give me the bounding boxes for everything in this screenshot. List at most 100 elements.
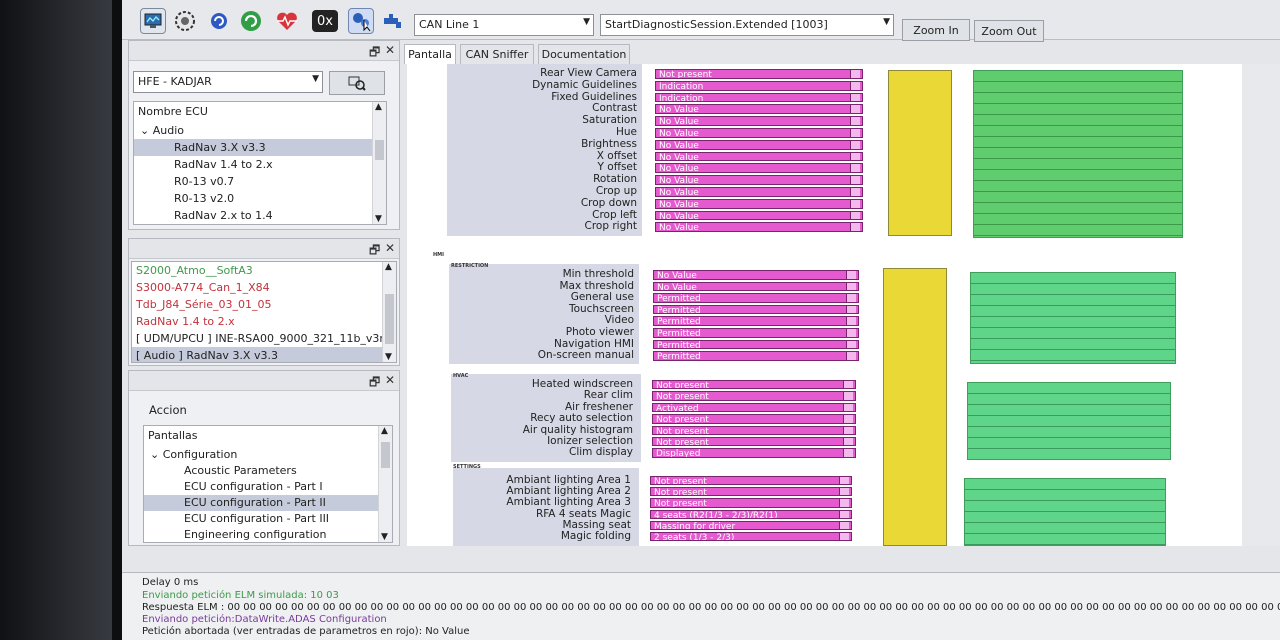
dropdown-arrow-icon[interactable]: [843, 381, 853, 389]
scroll-thumb[interactable]: [375, 140, 384, 160]
dropdown-arrow-icon[interactable]: [846, 340, 856, 349]
dropdown-arrow-icon[interactable]: [846, 294, 856, 302]
param-value-field[interactable]: 4 seats (R2(1/3 - 2/3)/R2(1): [650, 509, 852, 519]
dropdown-arrow-icon[interactable]: [850, 140, 860, 149]
tab-pantalla[interactable]: Pantalla: [404, 44, 456, 64]
param-value-field[interactable]: Indication: [655, 80, 863, 91]
recent-item[interactable]: [ UDM/UPCU ] INE-RSA00_9000_321_11b_v3r1…: [132, 330, 396, 347]
recent-item[interactable]: Tdb_J84_Série_03_01_05: [132, 296, 396, 313]
session-select[interactable]: StartDiagnosticSession.Extended [1003] ▼: [600, 14, 894, 36]
param-value-field[interactable]: No Value: [655, 116, 863, 126]
param-value-field[interactable]: No Value: [653, 270, 859, 280]
dropdown-arrow-icon[interactable]: [846, 317, 856, 325]
dropdown-arrow-icon[interactable]: [850, 223, 860, 232]
dropdown-arrow-icon[interactable]: [850, 188, 860, 196]
zoom-out-button[interactable]: Zoom Out: [974, 20, 1044, 42]
reload-green-icon[interactable]: [238, 8, 264, 34]
param-value-field[interactable]: No Value: [655, 198, 863, 209]
scroll-thumb[interactable]: [381, 442, 390, 468]
dropdown-arrow-icon[interactable]: [850, 199, 860, 208]
recent-item[interactable]: S2000_Atmo__SoftA3: [132, 262, 396, 279]
param-value-field[interactable]: Not present: [650, 498, 852, 508]
recent-item[interactable]: RadNav 1.4 to 2.x: [132, 313, 396, 330]
restore-icon[interactable]: 🗗: [369, 373, 380, 394]
param-value-field[interactable]: Permitted: [653, 339, 859, 350]
scroll-thumb[interactable]: [385, 294, 394, 344]
screen-item[interactable]: ECU configuration - Part II: [144, 495, 392, 511]
dropdown-arrow-icon[interactable]: [846, 352, 856, 360]
param-value-field[interactable]: No Value: [655, 139, 863, 150]
can-line-select[interactable]: CAN Line 1 ▼: [414, 14, 594, 36]
chevron-up-icon[interactable]: ▲: [381, 426, 388, 436]
refresh-icon[interactable]: [206, 8, 232, 34]
restore-icon[interactable]: 🗗: [369, 43, 380, 64]
param-value-field[interactable]: No Value: [655, 175, 863, 185]
dropdown-arrow-icon[interactable]: [850, 152, 860, 161]
param-value-field[interactable]: No Value: [655, 187, 863, 197]
ecu-tree[interactable]: Nombre ECU ⌄ Audio RadNav 3.X v3.3 RadNav…: [133, 101, 387, 225]
param-value-field[interactable]: No Value: [655, 151, 863, 162]
chevron-down-icon[interactable]: ▼: [375, 214, 382, 224]
monitor-icon[interactable]: [140, 8, 166, 34]
heart-pulse-icon[interactable]: [274, 8, 300, 34]
close-icon[interactable]: ✕: [385, 241, 395, 255]
ecu-tree-scrollbar[interactable]: ▲ ▼: [372, 102, 386, 224]
ecu-item[interactable]: R0-13 v2.0: [134, 190, 386, 207]
gear-car-icon[interactable]: [172, 8, 198, 34]
param-value-field[interactable]: Displayed: [652, 448, 856, 458]
param-value-field[interactable]: No Value: [655, 163, 863, 174]
dropdown-arrow-icon[interactable]: [850, 117, 860, 125]
param-value-field[interactable]: No Value: [655, 104, 863, 115]
param-value-field[interactable]: Not present: [652, 437, 856, 447]
screen-item[interactable]: ECU configuration - Part III: [144, 511, 392, 527]
ecu-item[interactable]: R0-13 v0.7: [134, 173, 386, 190]
ecu-item[interactable]: RadNav 1.4 to 2.x: [134, 156, 386, 173]
param-value-field[interactable]: Activated: [652, 402, 856, 413]
network-cursor-icon[interactable]: [348, 8, 374, 34]
dropdown-arrow-icon[interactable]: [850, 81, 860, 90]
zoom-in-button[interactable]: Zoom In: [902, 19, 970, 41]
param-value-field[interactable]: Massing for driver: [650, 520, 852, 530]
tab-can-sniffer[interactable]: CAN Sniffer: [460, 44, 534, 64]
dropdown-arrow-icon[interactable]: [843, 438, 853, 446]
screens-tree-group[interactable]: ⌄ Configuration: [144, 446, 392, 463]
param-value-field[interactable]: No Value: [653, 281, 859, 292]
screen-item[interactable]: Acoustic Parameters: [144, 463, 392, 479]
dropdown-arrow-icon[interactable]: [843, 392, 853, 400]
param-value-field[interactable]: 2 seats (1/3 - 2/3): [650, 532, 852, 542]
screen-item[interactable]: ECU configuration - Part I: [144, 479, 392, 495]
dropdown-arrow-icon[interactable]: [850, 176, 860, 184]
param-value-field[interactable]: Not present: [650, 476, 852, 486]
chevron-up-icon[interactable]: ▲: [375, 102, 382, 112]
chevron-down-icon[interactable]: ▼: [381, 532, 388, 542]
close-icon[interactable]: ✕: [385, 43, 395, 57]
ecu-item[interactable]: RadNav 2.x to 1.4: [134, 207, 386, 224]
param-value-field[interactable]: Indication: [655, 92, 863, 103]
dropdown-arrow-icon[interactable]: [850, 93, 860, 102]
recent-list[interactable]: S2000_Atmo__SoftA3 S3000-A774_Can_1_X84 Td…: [131, 261, 397, 363]
vehicle-select[interactable]: HFE - KADJAR ▼: [133, 71, 323, 93]
recent-item[interactable]: [ Audio ] RadNav 3.X v3.3: [132, 347, 396, 362]
param-value-field[interactable]: No Value: [655, 222, 863, 233]
close-icon[interactable]: ✕: [385, 373, 395, 387]
hex-0x-icon[interactable]: 0x: [312, 10, 338, 32]
param-value-field[interactable]: Permitted: [653, 304, 859, 315]
chevron-down-icon[interactable]: ▼: [385, 352, 392, 362]
param-value-field[interactable]: No Value: [655, 128, 863, 138]
dropdown-arrow-icon[interactable]: [846, 282, 856, 291]
screen-item[interactable]: Engineering configuration: [144, 527, 392, 542]
param-value-field[interactable]: Not present: [652, 414, 856, 424]
dropdown-arrow-icon[interactable]: [846, 271, 856, 279]
dropdown-arrow-icon[interactable]: [839, 521, 849, 529]
param-value-field[interactable]: Permitted: [653, 328, 859, 338]
dropdown-arrow-icon[interactable]: [839, 488, 849, 496]
dropdown-arrow-icon[interactable]: [850, 129, 860, 137]
chevron-up-icon[interactable]: ▲: [385, 262, 392, 272]
param-value-field[interactable]: Not present: [652, 380, 856, 390]
param-value-field[interactable]: Not present: [655, 69, 863, 79]
param-value-field[interactable]: Permitted: [653, 316, 859, 326]
dropdown-arrow-icon[interactable]: [850, 211, 860, 220]
dropdown-arrow-icon[interactable]: [850, 164, 860, 173]
param-value-field[interactable]: Permitted: [653, 293, 859, 303]
dropdown-arrow-icon[interactable]: [843, 449, 853, 457]
